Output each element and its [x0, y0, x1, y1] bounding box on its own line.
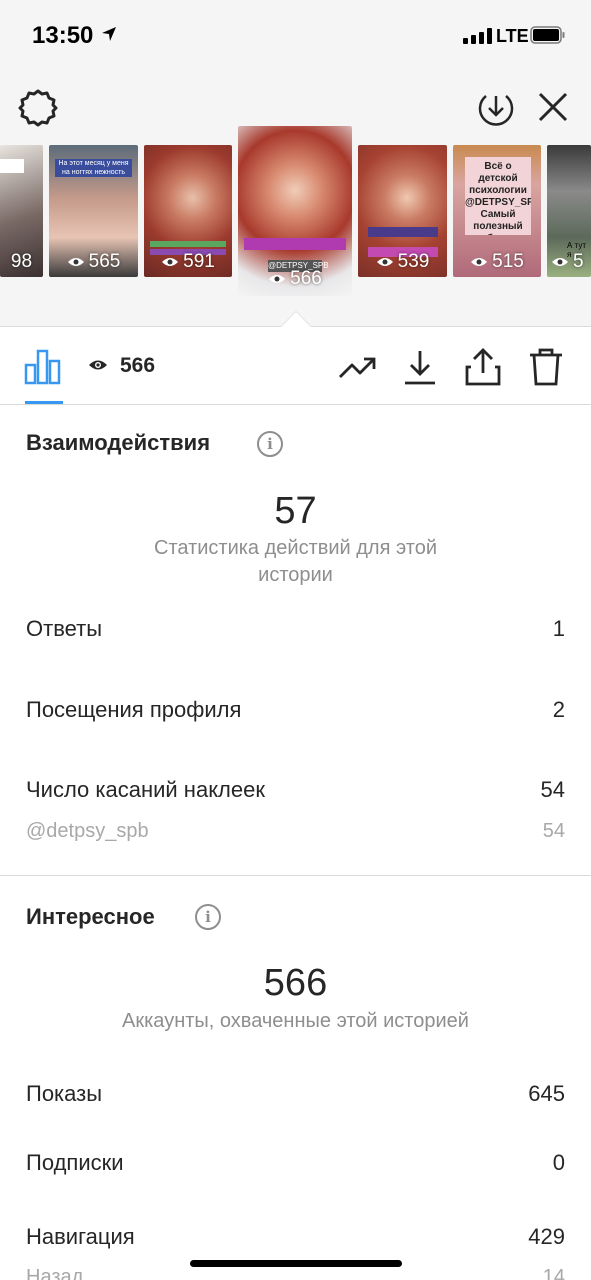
- metric-value-navigation: 429: [528, 1224, 565, 1249]
- trash-icon[interactable]: [526, 347, 566, 387]
- interactions-total: 57: [274, 490, 317, 532]
- discovery-subtitle: Аккаунты, охваченные этой историей: [122, 1010, 469, 1032]
- status-time: 13:50: [32, 22, 94, 49]
- sticker-handle-label[interactable]: @detpsy_spb: [26, 820, 149, 843]
- view-count: 98: [10, 251, 33, 272]
- network-type: LTE: [496, 26, 529, 46]
- sticker-caption: На этот месяц у меня на ногтях нежность: [55, 159, 132, 177]
- metric-label-profile-visits: Посещения профиля: [26, 697, 242, 722]
- metric-label-follows: Подписки: [26, 1150, 124, 1175]
- eye-icon: [376, 257, 393, 266]
- metric-value-follows: 0: [552, 1150, 565, 1175]
- eye-icon: [471, 257, 488, 266]
- story-thumbnail[interactable]: А тут я 5: [547, 145, 591, 277]
- info-icon[interactable]: i: [257, 431, 283, 457]
- section-title-interactions: Взаимодействия: [26, 430, 211, 455]
- sticker-caption: Всё о детской психологии @DETPSY_SPB Сам…: [465, 157, 531, 235]
- settings-gear-icon[interactable]: [18, 88, 58, 128]
- metric-value-impressions: 645: [528, 1081, 565, 1106]
- eye-icon: [67, 257, 84, 266]
- view-count: 566: [290, 268, 322, 289]
- sticker-caption: А тут я: [567, 241, 586, 259]
- viewers-count[interactable]: 566: [120, 354, 155, 378]
- share-icon[interactable]: [463, 347, 503, 387]
- story-thumbnail[interactable]: 98: [0, 145, 43, 277]
- story-thumbnail-selected[interactable]: @DETPSY_SPB 566: [238, 126, 352, 296]
- home-indicator[interactable]: [190, 1260, 402, 1267]
- eye-icon: [162, 257, 179, 266]
- story-selector: 98 На этот месяц у меня на ногтях нежнос…: [0, 72, 591, 327]
- metric-value-replies: 1: [552, 616, 565, 641]
- metric-label-impressions: Показы: [26, 1081, 103, 1106]
- story-thumbnail[interactable]: На этот месяц у меня на ногтях нежность …: [49, 145, 138, 277]
- section-divider: [0, 875, 591, 876]
- eye-icon: [89, 360, 107, 370]
- sticker-handle-value: 54: [542, 820, 565, 842]
- selection-pointer: [281, 312, 311, 327]
- story-thumbnail[interactable]: Всё о детской психологии @DETPSY_SPB Сам…: [453, 145, 541, 277]
- metric-value-profile-visits: 2: [552, 697, 565, 722]
- eye-icon: [552, 257, 568, 266]
- download-icon[interactable]: [400, 347, 440, 387]
- metric-label-replies: Ответы: [26, 616, 103, 641]
- info-icon[interactable]: i: [195, 904, 221, 930]
- cellular-signal-icon: [463, 28, 493, 44]
- metric-label-sticker-taps: Число касаний наклеек: [26, 777, 265, 802]
- trending-up-icon[interactable]: [338, 347, 378, 387]
- status-bar: 13:50 LTE: [0, 0, 591, 72]
- section-title-discovery: Интересное: [26, 904, 155, 929]
- story-thumbnail[interactable]: 539: [358, 145, 447, 277]
- view-count: 515: [492, 251, 524, 272]
- view-count: 5: [573, 251, 584, 272]
- discovery-total: 566: [263, 962, 328, 1004]
- close-icon[interactable]: [536, 90, 570, 124]
- view-count: 591: [183, 251, 215, 272]
- story-thumbnail[interactable]: 591: [144, 145, 232, 277]
- view-count: 539: [397, 251, 430, 272]
- bar-chart-icon[interactable]: [24, 349, 62, 385]
- eye-icon: [269, 274, 286, 283]
- metric-value-sticker-taps: 54: [540, 777, 565, 802]
- interactions-subtitle: Статистика действий для этой истории: [154, 537, 437, 586]
- location-arrow-icon: [102, 27, 116, 41]
- save-circle-icon[interactable]: [476, 88, 516, 128]
- insights-toolbar: 566: [0, 327, 591, 405]
- metric-label-navigation: Навигация: [26, 1224, 135, 1249]
- battery-icon: [530, 26, 565, 44]
- metric-label-back: Назад: [26, 1266, 84, 1280]
- metric-value-back: 14: [542, 1266, 565, 1280]
- view-count: 565: [88, 251, 121, 272]
- active-tab-indicator: [25, 401, 63, 404]
